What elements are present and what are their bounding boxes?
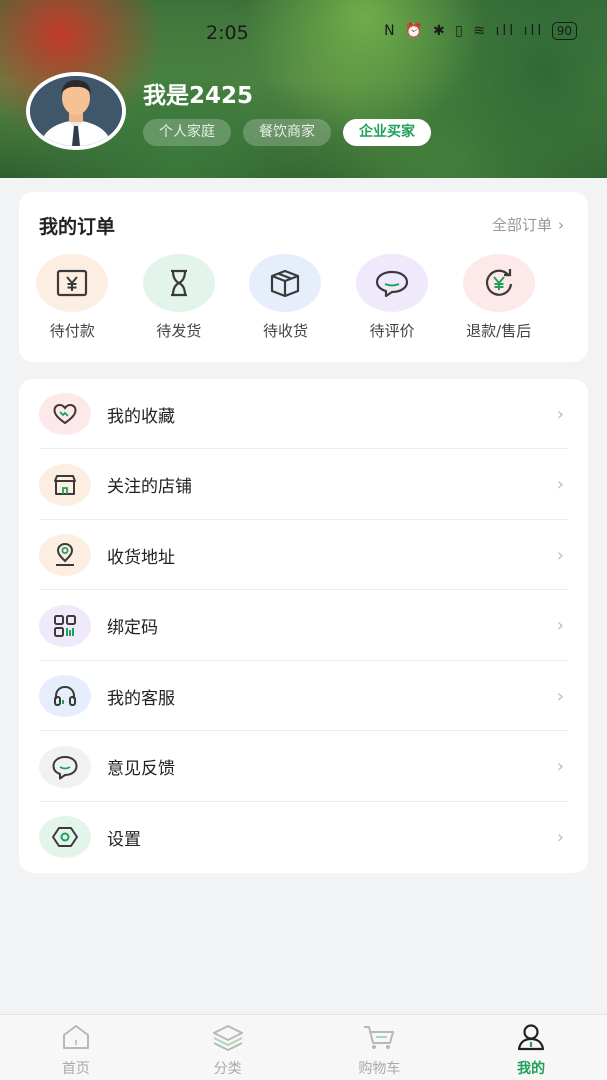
user-tags: 个人家庭 餐饮商家 企业买家: [143, 119, 431, 146]
chevron-right-icon: ›: [556, 756, 564, 777]
chat-bubble-icon: [356, 254, 429, 312]
menu-label: 我的收藏: [107, 406, 175, 427]
home-icon: [60, 1023, 92, 1055]
order-label: 退款/售后: [466, 322, 532, 340]
menu-label: 绑定码: [107, 618, 158, 638]
menu-label: 关注的店铺: [107, 477, 192, 497]
box-icon: [249, 254, 322, 312]
status-icon-strip: N ⏰ ✱ ▯ ≋ ıll ıll: [384, 23, 545, 39]
my-orders-card: 我的订单 全部订单 › 待付款 待发货 待收货 待评价 退款/售后: [19, 192, 588, 362]
cart-icon: [361, 1023, 397, 1055]
tab-label: 购物车: [358, 1061, 401, 1077]
menu-item-feedback[interactable]: 意见反馈 ›: [19, 732, 588, 802]
menu-item-customer-service[interactable]: 我的客服 ›: [19, 661, 588, 731]
chevron-right-icon: ›: [556, 826, 564, 848]
tag-restaurant-merchant[interactable]: 餐饮商家: [243, 119, 331, 146]
menu-item-binding-code[interactable]: 绑定码 ›: [19, 591, 588, 661]
tab-label: 分类: [213, 1061, 242, 1077]
tag-personal-family[interactable]: 个人家庭: [143, 119, 231, 146]
qr-code-icon: [39, 604, 91, 647]
chevron-right-icon: ›: [556, 544, 564, 566]
status-icons: N ⏰ ✱ ▯ ≋ ıll ıll 90: [384, 22, 577, 40]
user-icon: [515, 1023, 547, 1055]
chevron-right-icon: ›: [556, 474, 564, 495]
feedback-icon: [39, 745, 91, 788]
order-label: 待评价: [369, 322, 415, 340]
order-refund-aftersales[interactable]: 退款/售后: [445, 254, 552, 341]
menu-label: 我的客服: [107, 688, 175, 709]
username: 我是2425: [143, 83, 254, 109]
yuan-icon: [36, 254, 109, 312]
chevron-right-icon: ›: [558, 216, 564, 234]
order-label: 待发货: [156, 322, 202, 340]
tab-cart[interactable]: 购物车: [304, 1015, 456, 1080]
order-pending-payment[interactable]: 待付款: [19, 254, 126, 341]
status-bar: 2:05 N ⏰ ✱ ▯ ≋ ıll ıll 90: [0, 18, 607, 48]
settings-icon: [39, 816, 91, 858]
chevron-right-icon: ›: [556, 403, 564, 425]
order-label: 待付款: [49, 322, 95, 340]
order-pending-shipment[interactable]: 待发货: [126, 254, 233, 341]
menu-list-card: 我的收藏 › 关注的店铺 › 收货地址 › 绑定码 › 我的客服 › 意见反馈 …: [19, 379, 588, 873]
heart-icon: [39, 393, 91, 435]
order-pending-receipt[interactable]: 待收货: [232, 254, 339, 341]
tab-category[interactable]: 分类: [152, 1015, 304, 1080]
headset-icon: [39, 675, 91, 717]
tag-enterprise-buyer[interactable]: 企业买家: [343, 119, 431, 146]
menu-item-settings[interactable]: 设置 ›: [19, 802, 588, 872]
location-pin-icon: [39, 534, 91, 576]
battery-icon: 90: [551, 22, 577, 40]
tab-label: 我的: [517, 1061, 546, 1077]
profile-header: 2:05 N ⏰ ✱ ▯ ≋ ıll ıll 90 我是2425 个人家庭 餐饮…: [0, 0, 607, 178]
menu-label: 意见反馈: [107, 759, 175, 779]
chevron-right-icon: ›: [556, 685, 564, 707]
menu-item-favorites[interactable]: 我的收藏 ›: [19, 379, 588, 449]
order-pending-review[interactable]: 待评价: [339, 254, 446, 341]
bottom-tab-bar: 首页 分类 购物车 我的: [0, 1014, 607, 1080]
status-time: 2:05: [206, 22, 249, 44]
tab-label: 首页: [61, 1061, 90, 1077]
order-label: 待收货: [262, 322, 308, 340]
refund-icon: [462, 254, 535, 312]
order-status-row: 待付款 待发货 待收货 待评价 退款/售后: [19, 254, 588, 341]
menu-item-followed-stores[interactable]: 关注的店铺 ›: [19, 450, 588, 520]
all-orders-label: 全部订单: [491, 216, 552, 234]
menu-item-shipping-address[interactable]: 收货地址 ›: [19, 520, 588, 590]
avatar[interactable]: [26, 72, 126, 150]
hourglass-icon: [142, 254, 215, 312]
tab-home[interactable]: 首页: [0, 1015, 152, 1080]
store-icon: [39, 463, 91, 506]
menu-label: 设置: [107, 829, 141, 850]
tab-mine[interactable]: 我的: [455, 1015, 607, 1080]
orders-title: 我的订单: [39, 216, 116, 238]
menu-label: 收货地址: [107, 547, 175, 568]
all-orders-link[interactable]: 全部订单 ›: [492, 214, 564, 235]
chevron-right-icon: ›: [556, 615, 564, 636]
category-icon: [211, 1023, 245, 1055]
